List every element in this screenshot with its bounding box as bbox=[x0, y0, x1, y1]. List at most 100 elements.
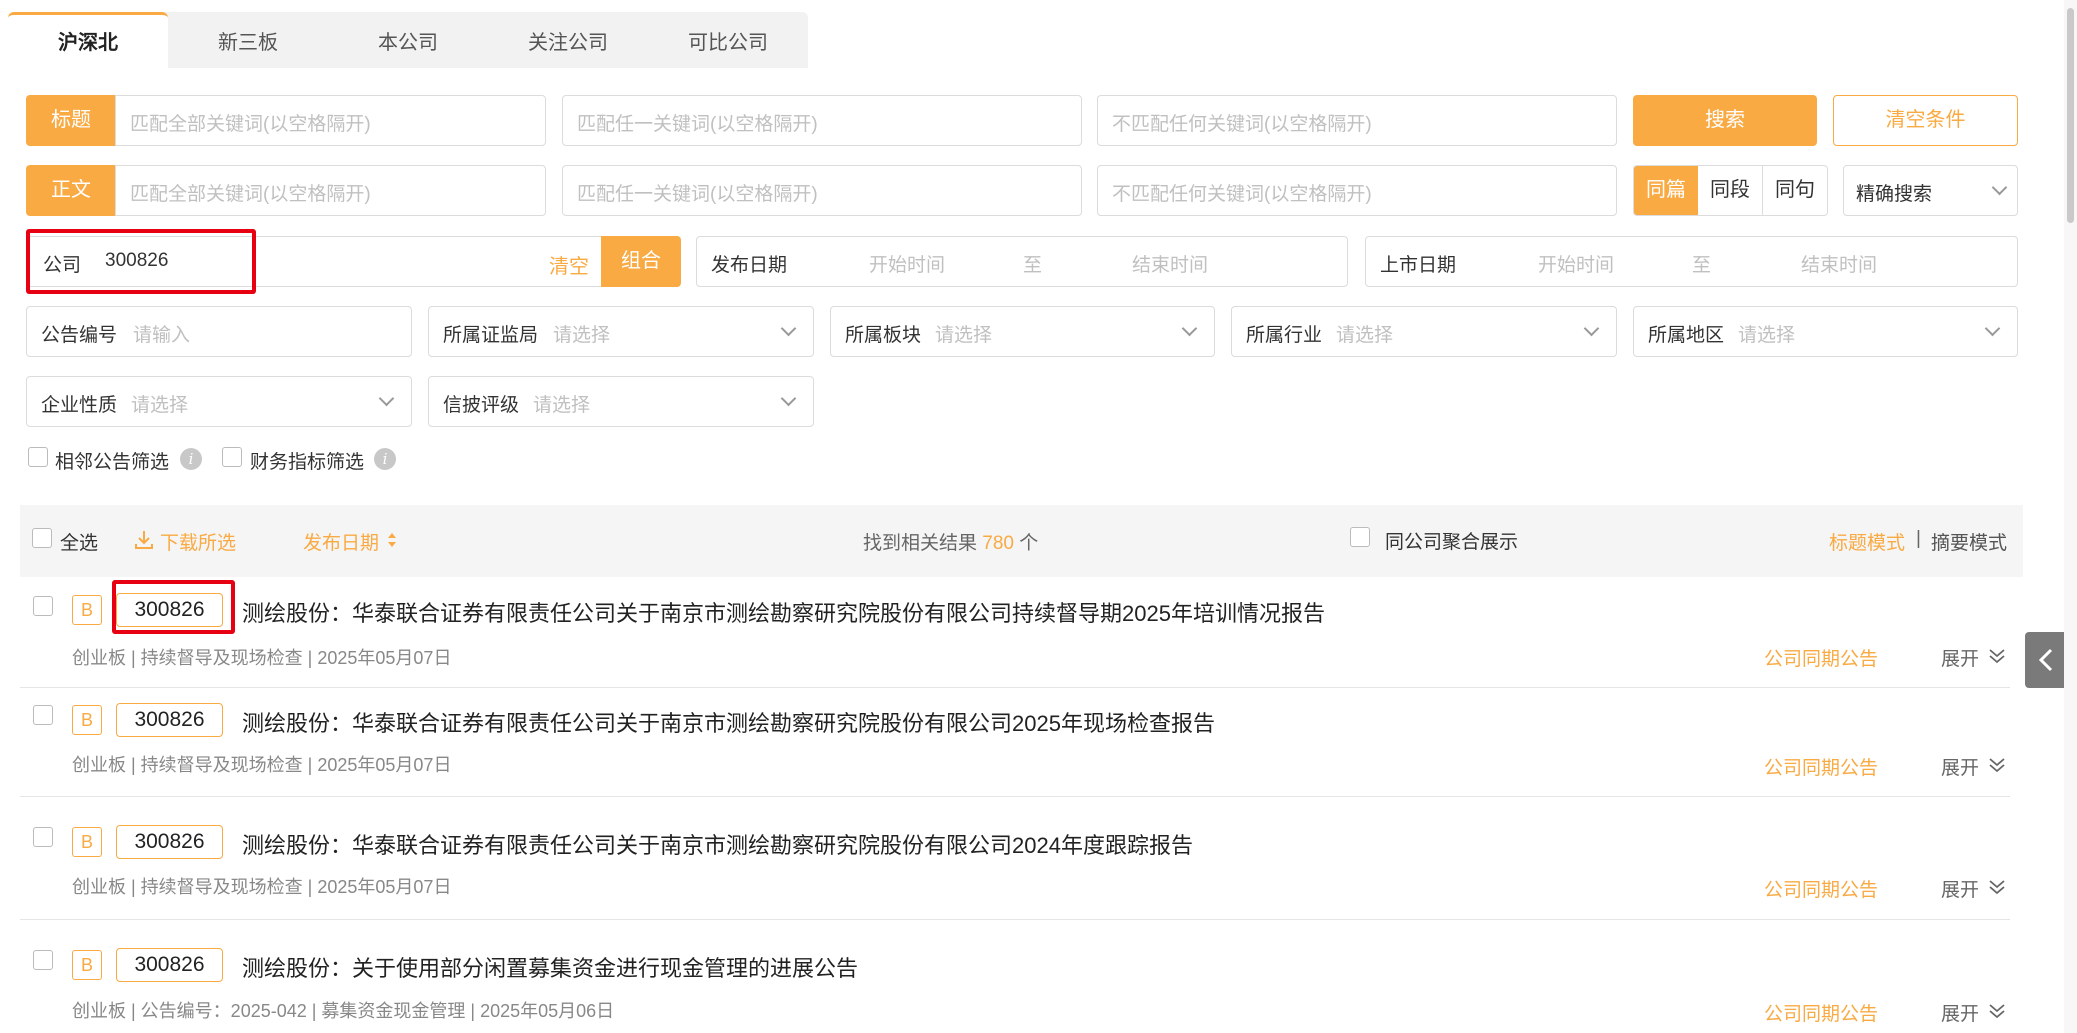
stock-code-tag[interactable]: 300826 bbox=[116, 948, 223, 982]
match-mode-select[interactable]: 精确搜索 bbox=[1843, 165, 2018, 216]
announcement-title[interactable]: 测绘股份：关于使用部分闲置募集资金进行现金管理的进展公告 bbox=[242, 951, 858, 983]
scope-same-paragraph[interactable]: 同段 bbox=[1698, 166, 1763, 215]
announcement-meta: 创业板 | 持续督导及现场检查 | 2025年05月07日 bbox=[72, 877, 452, 897]
adjacent-filter-checkbox[interactable] bbox=[28, 447, 48, 467]
tab-comparable-companies[interactable]: 可比公司 bbox=[648, 12, 808, 68]
tab-own-company[interactable]: 本公司 bbox=[328, 12, 488, 68]
list-item: B 300826 测绘股份：华泰联合证券有限责任公司关于南京市测绘勘察研究院股份… bbox=[20, 797, 2010, 920]
financial-filter-checkbox[interactable] bbox=[222, 447, 242, 467]
double-chevron-down-icon bbox=[1989, 758, 2005, 773]
download-icon bbox=[135, 531, 153, 549]
industry-select[interactable]: 所属行业 请选择 bbox=[1231, 306, 1617, 357]
body-label: 正文 bbox=[26, 165, 116, 216]
row-checkbox[interactable] bbox=[33, 827, 53, 847]
announcement-title[interactable]: 测绘股份：华泰联合证券有限责任公司关于南京市测绘勘察研究院股份有限公司持续督导期… bbox=[242, 596, 1325, 628]
stock-code-tag[interactable]: 300826 bbox=[116, 825, 223, 859]
company-clear-link[interactable]: 清空 bbox=[549, 250, 589, 279]
regulator-select[interactable]: 所属证监局 请选择 bbox=[428, 306, 814, 357]
chevron-down-icon bbox=[1583, 320, 1600, 337]
result-count: 找到相关结果 780 个 bbox=[863, 533, 1039, 554]
double-chevron-down-icon bbox=[1989, 1004, 2005, 1019]
company-combine-button[interactable]: 组合 bbox=[601, 236, 681, 287]
chevron-down-icon bbox=[378, 390, 395, 407]
scope-toggle-group: 同篇 同段 同句 bbox=[1633, 165, 1828, 216]
scope-same-article[interactable]: 同篇 bbox=[1634, 166, 1698, 215]
enterprise-nature-select[interactable]: 企业性质 请选择 bbox=[26, 376, 412, 427]
announcement-title[interactable]: 测绘股份：华泰联合证券有限责任公司关于南京市测绘勘察研究院股份有限公司2025年… bbox=[242, 706, 1215, 738]
listing-end-input[interactable]: 结束时间 bbox=[1801, 250, 1877, 277]
board-badge: B bbox=[72, 595, 102, 625]
download-selected-link[interactable]: 下载所选 bbox=[160, 528, 236, 555]
select-all-label[interactable]: 全选 bbox=[60, 528, 98, 555]
group-by-company-checkbox[interactable] bbox=[1350, 527, 1370, 547]
expand-link[interactable]: 展开 bbox=[1941, 753, 1979, 780]
double-chevron-down-icon bbox=[1989, 649, 2005, 664]
expand-link[interactable]: 展开 bbox=[1941, 999, 1979, 1026]
search-button[interactable]: 搜索 bbox=[1633, 95, 1817, 146]
info-icon[interactable]: i bbox=[374, 448, 396, 470]
publish-date-range: 发布日期 开始时间 至 结束时间 bbox=[696, 236, 1348, 287]
board-select[interactable]: 所属板块 请选择 bbox=[830, 306, 1215, 357]
title-all-keywords-input[interactable]: 匹配全部关键词(以空格隔开) bbox=[115, 95, 546, 146]
body-exclude-keywords-input[interactable]: 不匹配任何关键词(以空格隔开) bbox=[1097, 165, 1617, 216]
board-badge: B bbox=[72, 705, 102, 735]
listing-start-input[interactable]: 开始时间 bbox=[1538, 250, 1614, 277]
disclosure-rating-select[interactable]: 信披评级 请选择 bbox=[428, 376, 814, 427]
same-period-announcements-link[interactable]: 公司同期公告 bbox=[1764, 644, 1878, 671]
scrollbar-thumb[interactable] bbox=[2067, 8, 2074, 223]
chevron-left-icon bbox=[2038, 648, 2053, 672]
company-highlight-box bbox=[26, 229, 256, 294]
chevron-down-icon bbox=[780, 320, 797, 337]
title-mode-link[interactable]: 标题模式 bbox=[1829, 528, 1905, 555]
announcement-number-input[interactable]: 公告编号 请输入 bbox=[26, 306, 412, 357]
announcement-meta: 创业板 | 持续督导及现场检查 | 2025年05月07日 bbox=[72, 755, 452, 775]
tab-followed-companies[interactable]: 关注公司 bbox=[488, 12, 648, 68]
expand-link[interactable]: 展开 bbox=[1941, 644, 1979, 671]
publish-end-input[interactable]: 结束时间 bbox=[1132, 250, 1208, 277]
stock-code-tag[interactable]: 300826 bbox=[116, 703, 223, 737]
group-by-company-label: 同公司聚合展示 bbox=[1385, 532, 1519, 553]
publish-start-input[interactable]: 开始时间 bbox=[869, 250, 945, 277]
expand-link[interactable]: 展开 bbox=[1941, 875, 1979, 902]
title-exclude-keywords-input[interactable]: 不匹配任何关键词(以空格隔开) bbox=[1097, 95, 1617, 146]
same-period-announcements-link[interactable]: 公司同期公告 bbox=[1764, 999, 1878, 1026]
body-all-keywords-input[interactable]: 匹配全部关键词(以空格隔开) bbox=[115, 165, 546, 216]
select-all-checkbox[interactable] bbox=[32, 528, 52, 548]
title-label: 标题 bbox=[26, 95, 116, 146]
chevron-down-icon bbox=[1991, 179, 2008, 196]
row-checkbox[interactable] bbox=[33, 596, 53, 616]
listing-date-range: 上市日期 开始时间 至 结束时间 bbox=[1365, 236, 2018, 287]
financial-filter-label: 财务指标筛选 bbox=[250, 452, 365, 473]
scope-same-sentence[interactable]: 同句 bbox=[1763, 166, 1827, 215]
side-panel-toggle[interactable] bbox=[2025, 632, 2067, 688]
clear-conditions-button[interactable]: 清空条件 bbox=[1833, 95, 2018, 146]
row-checkbox[interactable] bbox=[33, 705, 53, 725]
tab-xinsanban[interactable]: 新三板 bbox=[168, 12, 328, 68]
sort-by-date-link[interactable]: 发布日期 bbox=[303, 528, 379, 555]
code-highlight-box bbox=[112, 580, 235, 634]
chevron-down-icon bbox=[780, 390, 797, 407]
publish-date-label: 发布日期 bbox=[711, 255, 788, 276]
scrollbar-track[interactable] bbox=[2064, 0, 2077, 1033]
chevron-down-icon bbox=[1984, 320, 2001, 337]
board-badge: B bbox=[72, 827, 102, 857]
title-any-keywords-input[interactable]: 匹配任一关键词(以空格隔开) bbox=[562, 95, 1082, 146]
region-select[interactable]: 所属地区 请选择 bbox=[1633, 306, 2018, 357]
listing-date-label: 上市日期 bbox=[1380, 255, 1457, 276]
tab-hushenbei[interactable]: 沪深北 bbox=[8, 12, 168, 68]
market-tabs: 沪深北 新三板 本公司 关注公司 可比公司 bbox=[8, 12, 808, 68]
same-period-announcements-link[interactable]: 公司同期公告 bbox=[1764, 875, 1878, 902]
body-any-keywords-input[interactable]: 匹配任一关键词(以空格隔开) bbox=[562, 165, 1082, 216]
row-checkbox[interactable] bbox=[33, 950, 53, 970]
announcement-meta: 创业板 | 公告编号：2025-042 | 募集资金现金管理 | 2025年05… bbox=[72, 1001, 615, 1021]
list-item: B 300826 测绘股份：华泰联合证券有限责任公司关于南京市测绘勘察研究院股份… bbox=[20, 688, 2010, 797]
summary-mode-link[interactable]: 摘要模式 bbox=[1931, 528, 2007, 555]
announcement-title[interactable]: 测绘股份：华泰联合证券有限责任公司关于南京市测绘勘察研究院股份有限公司2024年… bbox=[242, 828, 1193, 860]
board-badge: B bbox=[72, 950, 102, 980]
info-icon[interactable]: i bbox=[180, 448, 202, 470]
same-period-announcements-link[interactable]: 公司同期公告 bbox=[1764, 753, 1878, 780]
announcement-meta: 创业板 | 持续督导及现场检查 | 2025年05月07日 bbox=[72, 648, 452, 668]
list-item: B 300826 测绘股份：华泰联合证券有限责任公司关于南京市测绘勘察研究院股份… bbox=[20, 577, 2010, 688]
double-chevron-down-icon bbox=[1989, 880, 2005, 895]
sort-icon bbox=[388, 533, 396, 547]
